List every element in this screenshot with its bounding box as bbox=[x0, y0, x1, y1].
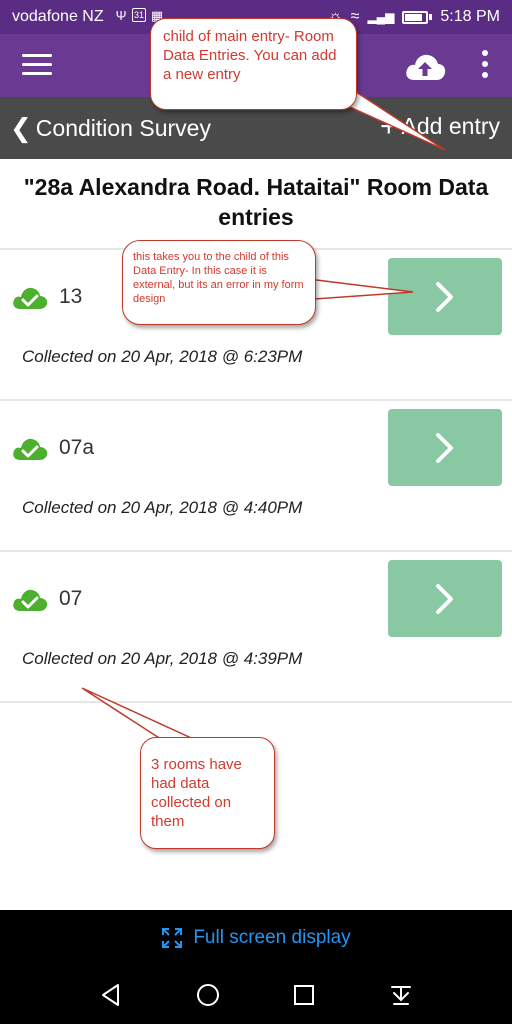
calendar-icon: 31 bbox=[132, 8, 146, 22]
notification-pull-icon[interactable] bbox=[388, 982, 414, 1008]
expand-icon bbox=[162, 928, 183, 948]
signal-icon: ▂▄▆ bbox=[367, 10, 395, 24]
battery-tip bbox=[429, 14, 433, 20]
hamburger-menu-icon[interactable] bbox=[22, 54, 52, 76]
cloud-check-icon bbox=[13, 287, 48, 309]
page-title: "28a Alexandra Road. Hataitai" Room Data… bbox=[23, 174, 489, 230]
clock: 5:18 PM bbox=[440, 8, 500, 25]
back-button[interactable]: ❮ Condition Survey bbox=[10, 113, 211, 144]
back-triangle-icon[interactable] bbox=[98, 982, 124, 1008]
list-item: 07a Collected on 20 Apr, 2018 @ 4:40PM bbox=[0, 399, 512, 550]
list-divider bbox=[0, 701, 512, 703]
plus-icon: + bbox=[380, 109, 398, 143]
usb-icon: Ψ bbox=[115, 8, 127, 23]
annotation-callout-bottom: 3 rooms have had data collected on them bbox=[140, 737, 275, 849]
annotation-callout-middle: this takes you to the child of this Data… bbox=[122, 240, 316, 325]
recents-square-icon[interactable] bbox=[291, 982, 317, 1008]
cloud-upload-icon[interactable] bbox=[404, 50, 446, 82]
list-item: 07 Collected on 20 Apr, 2018 @ 4:39PM bbox=[0, 550, 512, 701]
collected-date: Collected on 20 Apr, 2018 @ 6:23PM bbox=[22, 347, 303, 366]
collected-date: Collected on 20 Apr, 2018 @ 4:39PM bbox=[22, 649, 303, 668]
entry-name: 07 bbox=[59, 587, 83, 610]
chevron-left-icon: ❮ bbox=[10, 113, 32, 143]
navigation-bar bbox=[0, 966, 512, 1024]
add-entry-button[interactable]: + Add entry bbox=[380, 109, 500, 143]
open-child-button[interactable] bbox=[388, 258, 502, 335]
chevron-right-icon bbox=[436, 432, 453, 463]
entry-name: 07a bbox=[59, 436, 95, 459]
entry-name: 13 bbox=[59, 285, 83, 308]
more-vertical-icon[interactable] bbox=[478, 50, 492, 82]
system-icons: ☼ ≈ ▂▄▆ 5:18 PM bbox=[328, 8, 500, 26]
fullscreen-label: Full screen display bbox=[193, 927, 351, 948]
cloud-check-icon bbox=[13, 589, 48, 611]
chevron-right-icon bbox=[436, 281, 453, 312]
open-child-button[interactable] bbox=[388, 409, 502, 486]
fullscreen-button[interactable]: Full screen display bbox=[0, 910, 512, 966]
home-circle-icon[interactable] bbox=[195, 982, 221, 1008]
back-label: Condition Survey bbox=[35, 115, 211, 141]
collected-date: Collected on 20 Apr, 2018 @ 4:40PM bbox=[22, 498, 303, 517]
carrier-name: vodafone NZ bbox=[12, 8, 104, 25]
open-child-button[interactable] bbox=[388, 560, 502, 637]
cloud-check-icon bbox=[13, 438, 48, 460]
annotation-callout-top: child of main entry- Room Data Entries. … bbox=[150, 18, 357, 110]
battery-icon bbox=[402, 10, 429, 24]
add-entry-label: Add entry bbox=[401, 113, 500, 139]
chevron-right-icon bbox=[436, 583, 453, 614]
